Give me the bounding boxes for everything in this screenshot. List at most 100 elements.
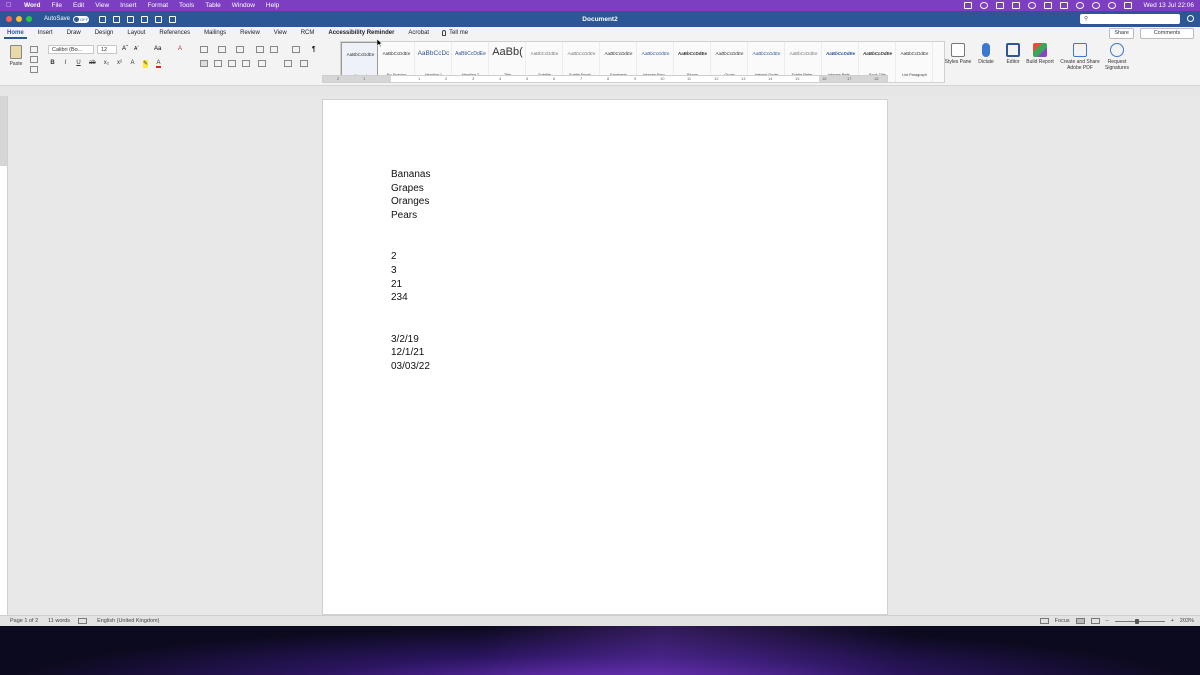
search-field[interactable]: ⚲ bbox=[1080, 14, 1180, 24]
menu-file[interactable]: File bbox=[52, 2, 62, 9]
justify-icon[interactable] bbox=[242, 60, 250, 67]
font-color-icon[interactable]: A bbox=[156, 60, 162, 68]
horizontal-ruler[interactable]: 2 1 1 2 3 4 5 6 7 8 9 10 11 12 13 14 15 … bbox=[322, 75, 888, 83]
tab-layout[interactable]: Layout bbox=[120, 30, 152, 36]
undo-icon[interactable] bbox=[127, 15, 135, 23]
italic-icon[interactable]: I bbox=[63, 60, 68, 68]
creative-cloud-icon[interactable] bbox=[979, 2, 988, 9]
account-icon[interactable] bbox=[1187, 15, 1194, 22]
language-indicator[interactable]: English (United Kingdom) bbox=[97, 618, 159, 624]
underline-icon[interactable]: U bbox=[76, 60, 81, 68]
tab-rcm[interactable]: RCM bbox=[294, 30, 322, 36]
focus-icon[interactable] bbox=[1039, 618, 1049, 624]
autosave-control[interactable]: AutoSave OFF bbox=[44, 15, 90, 23]
minimize-window-button[interactable] bbox=[16, 16, 22, 22]
tab-draw[interactable]: Draw bbox=[60, 30, 88, 36]
dropbox-icon[interactable] bbox=[1011, 2, 1020, 9]
battery-icon[interactable] bbox=[1059, 2, 1068, 9]
fullscreen-window-button[interactable] bbox=[26, 16, 32, 22]
borders-icon[interactable] bbox=[300, 60, 308, 67]
shading-icon[interactable] bbox=[284, 60, 292, 67]
request-signatures-button[interactable]: Request Signatures bbox=[1102, 43, 1132, 71]
menu-format[interactable]: Format bbox=[147, 2, 168, 9]
wifi-icon[interactable] bbox=[1091, 2, 1100, 9]
tab-home[interactable]: Home bbox=[0, 30, 31, 39]
menu-table[interactable]: Table bbox=[205, 2, 221, 9]
bold-icon[interactable]: B bbox=[50, 60, 55, 68]
sort-icon[interactable] bbox=[292, 46, 300, 53]
page-count[interactable]: Page 1 of 2 bbox=[10, 618, 38, 624]
tell-me[interactable]: Tell me bbox=[436, 30, 468, 36]
font-size-select[interactable]: 12 bbox=[97, 45, 117, 54]
menu-insert[interactable]: Insert bbox=[120, 2, 136, 9]
numbering-icon[interactable] bbox=[218, 46, 226, 53]
control-center-icon[interactable] bbox=[1123, 2, 1132, 9]
decrease-indent-icon[interactable] bbox=[256, 46, 264, 53]
apple-icon[interactable]:  bbox=[6, 2, 16, 9]
clear-formatting-icon[interactable]: A bbox=[178, 46, 186, 53]
screen-icon[interactable] bbox=[963, 2, 972, 9]
editor-button[interactable]: Editor bbox=[998, 43, 1028, 65]
close-window-button[interactable] bbox=[6, 16, 12, 22]
subscript-icon[interactable]: x₂ bbox=[104, 60, 109, 68]
strikethrough-icon[interactable]: ab bbox=[89, 60, 96, 68]
globe-icon[interactable] bbox=[1027, 2, 1036, 9]
print-icon[interactable] bbox=[155, 15, 163, 23]
tab-view[interactable]: View bbox=[267, 30, 294, 36]
menubar-clock[interactable]: Wed 13 Jul 22:06 bbox=[1144, 2, 1194, 9]
document-page[interactable]: Bananas Grapes Oranges Pears 2 3 21 234 … bbox=[322, 99, 888, 615]
align-center-icon[interactable] bbox=[214, 60, 222, 67]
show-formatting-icon[interactable]: ¶ bbox=[312, 46, 320, 53]
create-share-pdf-button[interactable]: Create and Share Adobe PDF bbox=[1058, 43, 1102, 71]
tab-design[interactable]: Design bbox=[88, 30, 121, 36]
save-icon[interactable] bbox=[113, 15, 121, 23]
spotlight-icon[interactable] bbox=[1107, 2, 1116, 9]
style-list-paragraph[interactable]: AaBbCcDdEe List Paragraph bbox=[896, 42, 933, 82]
calendar-icon[interactable] bbox=[1043, 2, 1052, 9]
share-button[interactable]: Share bbox=[1109, 28, 1134, 39]
align-right-icon[interactable] bbox=[228, 60, 236, 67]
superscript-icon[interactable]: x² bbox=[117, 60, 122, 68]
cut-icon[interactable] bbox=[30, 46, 38, 53]
zoom-slider-thumb[interactable] bbox=[1134, 618, 1139, 624]
home-icon[interactable] bbox=[99, 15, 107, 23]
multilevel-list-icon[interactable] bbox=[236, 46, 244, 53]
change-case-icon[interactable]: Aa bbox=[154, 46, 162, 53]
bullets-icon[interactable] bbox=[200, 46, 208, 53]
text-effects-icon[interactable]: A bbox=[130, 60, 135, 68]
zoom-level[interactable]: 203% bbox=[1180, 618, 1194, 624]
highlight-icon[interactable]: ✎ bbox=[143, 60, 149, 68]
autosave-toggle[interactable]: OFF bbox=[73, 15, 90, 23]
web-layout-icon[interactable] bbox=[1090, 618, 1100, 624]
format-painter-icon[interactable] bbox=[30, 66, 38, 73]
document-body[interactable]: Bananas Grapes Oranges Pears 2 3 21 234 … bbox=[391, 168, 430, 374]
zoom-out-icon[interactable]: – bbox=[1106, 618, 1109, 624]
paste-button[interactable]: Paste bbox=[6, 45, 26, 67]
menu-tools[interactable]: Tools bbox=[179, 2, 194, 9]
zoom-in-icon[interactable]: + bbox=[1171, 618, 1174, 624]
tab-mailings[interactable]: Mailings bbox=[197, 30, 233, 36]
menu-help[interactable]: Help bbox=[266, 2, 279, 9]
tab-insert[interactable]: Insert bbox=[31, 30, 60, 36]
align-left-icon[interactable] bbox=[200, 60, 208, 67]
tab-acrobat[interactable]: Acrobat bbox=[401, 30, 436, 36]
menu-window[interactable]: Window bbox=[232, 2, 255, 9]
shield-icon[interactable] bbox=[995, 2, 1004, 9]
shrink-font-icon[interactable]: Aˇ bbox=[134, 46, 142, 53]
tab-references[interactable]: References bbox=[152, 30, 197, 36]
more-icon[interactable] bbox=[169, 15, 177, 23]
dictate-button[interactable]: Dictate bbox=[971, 43, 1001, 65]
proofing-icon[interactable] bbox=[78, 618, 88, 624]
menu-app-word[interactable]: Word bbox=[24, 2, 41, 9]
copy-icon[interactable] bbox=[30, 56, 38, 63]
word-count[interactable]: 11 words bbox=[48, 618, 70, 624]
comments-button[interactable]: Comments bbox=[1140, 28, 1194, 39]
menu-edit[interactable]: Edit bbox=[73, 2, 84, 9]
increase-indent-icon[interactable] bbox=[270, 46, 278, 53]
font-name-select[interactable]: Calibri (Bo... bbox=[48, 45, 94, 54]
tab-review[interactable]: Review bbox=[233, 30, 267, 36]
line-spacing-icon[interactable] bbox=[258, 60, 266, 67]
styles-pane-button[interactable]: Styles Pane bbox=[943, 43, 973, 65]
print-layout-icon[interactable] bbox=[1075, 618, 1085, 624]
build-report-button[interactable]: Build Report bbox=[1025, 43, 1055, 65]
